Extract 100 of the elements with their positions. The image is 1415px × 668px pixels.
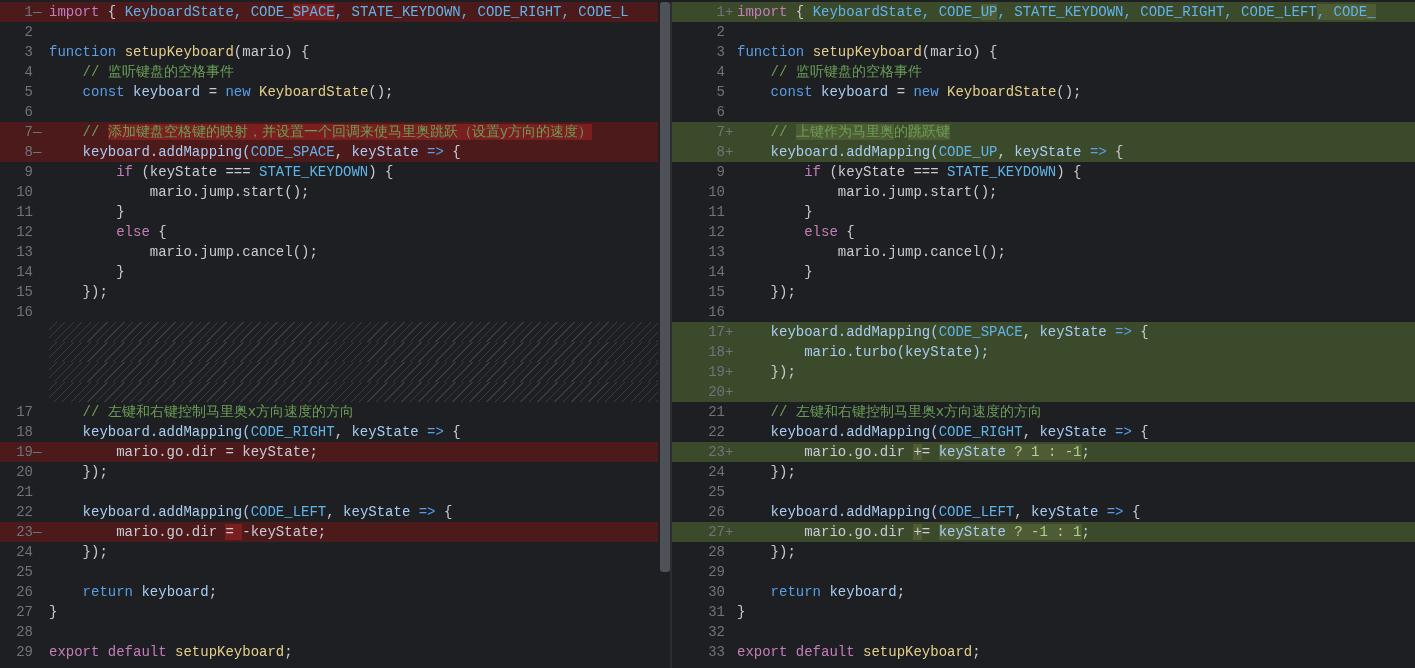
line-number: 29 (707, 564, 726, 580)
code-line: return keyboard; (81, 584, 218, 600)
code-line: keyboard.addMapping(CODE_RIGHT, keyState => { (81, 424, 461, 440)
code-line: }); (769, 284, 796, 300)
line-number: 4 (23, 64, 34, 80)
code-line: mario.go.dir = keyState; (115, 444, 318, 460)
code-line: mario.go.dir += keyState ? 1 : -1; (803, 444, 1090, 460)
code-line: keyboard.addMapping(CODE_LEFT, keyState => { (769, 504, 1141, 520)
line-number: 21 (15, 484, 34, 500)
line-number: 8+ (715, 144, 734, 160)
line-number: 16 (707, 304, 726, 320)
code-line: }); (769, 464, 796, 480)
code-line: function setupKeyboard(mario) { (49, 44, 310, 60)
code-line: // 左键和右键控制马里奥x方向速度的方向 (81, 403, 355, 421)
code-line: else { (115, 224, 167, 240)
line-number: 16 (15, 304, 34, 320)
line-number: 9 (715, 164, 726, 180)
line-number: 24 (15, 544, 34, 560)
line-number: 1— (23, 4, 42, 20)
code-line: mario.jump.start(); (148, 184, 310, 200)
line-number: 12 (707, 224, 726, 240)
line-number: 32 (707, 624, 726, 640)
line-number: 12 (15, 224, 34, 240)
code-line: // 监听键盘的空格事件 (769, 63, 922, 81)
line-number: 27 (15, 604, 34, 620)
code-line: }); (769, 364, 796, 380)
code-line: if (keyState === STATE_KEYDOWN) { (803, 164, 1082, 180)
line-number: 6 (715, 104, 726, 120)
line-number: 18 (15, 424, 34, 440)
code-line: mario.jump.cancel(); (148, 244, 318, 260)
line-number: 25 (15, 564, 34, 580)
line-number: 3 (715, 44, 726, 60)
line-number: 27+ (707, 524, 734, 540)
code-line: mario.jump.cancel(); (836, 244, 1006, 260)
line-number: 1+ (715, 4, 734, 20)
line-number: 7— (23, 124, 42, 140)
line-number: 29 (15, 644, 34, 660)
line-number: 4 (715, 64, 726, 80)
code-line: keyboard.addMapping(CODE_UP, keyState => { (769, 144, 1124, 160)
line-number: 21 (707, 404, 726, 420)
line-number: 24 (707, 464, 726, 480)
code-line: const keyboard = new KeyboardState(); (769, 84, 1082, 100)
line-number: 8— (23, 144, 42, 160)
line-number: 19— (15, 444, 42, 460)
line-number: 15 (707, 284, 726, 300)
code-line: keyboard.addMapping(CODE_SPACE, keyState => { (769, 324, 1149, 340)
code-line: const keyboard = new KeyboardState(); (81, 84, 394, 100)
line-number: 13 (707, 244, 726, 260)
line-number: 10 (15, 184, 34, 200)
line-number: 9 (23, 164, 34, 180)
line-number: 14 (15, 264, 34, 280)
code-line: } (737, 604, 746, 620)
line-number: 11 (15, 204, 34, 220)
line-number: 26 (707, 504, 726, 520)
code-line: keyboard.addMapping(CODE_LEFT, keyState => { (81, 504, 453, 520)
line-number: 5 (715, 84, 726, 100)
line-number: 26 (15, 584, 34, 600)
line-number: 17+ (707, 324, 734, 340)
code-line: // 左键和右键控制马里奥x方向速度的方向 (769, 403, 1043, 421)
scrollbar[interactable] (660, 2, 670, 572)
line-number: 20+ (707, 384, 734, 400)
code-line: } (115, 204, 125, 220)
line-number: 13 (15, 244, 34, 260)
line-number: 28 (15, 624, 34, 640)
code-line: mario.go.dir += keyState ? -1 : 1; (803, 524, 1090, 540)
line-number: 6 (23, 104, 34, 120)
code-line: function setupKeyboard(mario) { (737, 44, 998, 60)
code-line: export default setupKeyboard; (737, 644, 981, 660)
line-number: 11 (707, 204, 726, 220)
code-line: // 监听键盘的空格事件 (81, 63, 234, 81)
code-line: mario.go.dir = -keyState; (115, 524, 327, 540)
line-number: 15 (15, 284, 34, 300)
line-number: 23— (15, 524, 42, 540)
code-line: return keyboard; (769, 584, 906, 600)
code-line: if (keyState === STATE_KEYDOWN) { (115, 164, 394, 180)
line-number: 30 (707, 584, 726, 600)
line-number: 18+ (707, 344, 734, 360)
line-number: 23+ (707, 444, 734, 460)
line-number: 20 (15, 464, 34, 480)
line-number: 33 (707, 644, 726, 660)
line-number: 14 (707, 264, 726, 280)
code-line: import { KeyboardState, CODE_UP, STATE_KEYDOWN, CODE_RIGHT, CODE_LEFT, CODE_ (737, 4, 1376, 20)
code-line: mario.turbo(keyState); (803, 344, 990, 360)
line-number: 22 (707, 424, 726, 440)
code-line: }); (81, 284, 108, 300)
code-line: }); (81, 544, 108, 560)
line-number: 2 (23, 24, 34, 40)
line-number: 31 (707, 604, 726, 620)
code-line: } (115, 264, 125, 280)
code-line: } (49, 604, 58, 620)
code-line: keyboard.addMapping(CODE_RIGHT, keyState => { (769, 424, 1149, 440)
line-number: 19+ (707, 364, 734, 380)
code-line: }); (81, 464, 108, 480)
code-line: import { KeyboardState, CODE_SPACE, STATE_KEYDOWN, CODE_RIGHT, CODE_L (49, 4, 629, 20)
code-line: } (803, 264, 813, 280)
line-number: 25 (707, 484, 726, 500)
line-number: 22 (15, 504, 34, 520)
line-number: 10 (707, 184, 726, 200)
code-line: else { (803, 224, 855, 240)
code-line: mario.jump.start(); (836, 184, 998, 200)
